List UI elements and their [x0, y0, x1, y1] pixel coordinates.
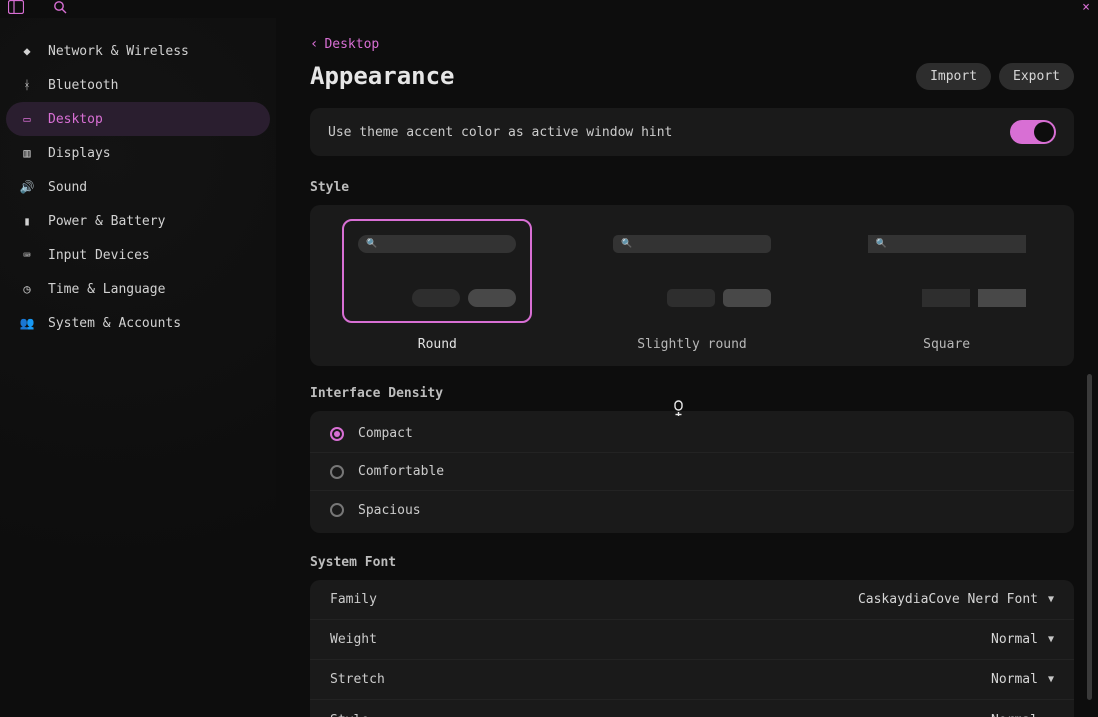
sysfont-style-value: Normal: [991, 713, 1038, 717]
sidebar-item-system-icon: 👥: [18, 316, 36, 330]
sidebar-item-displays[interactable]: ▥ Displays: [6, 136, 270, 170]
sidebar-item-input-icon: ⌨: [18, 248, 36, 262]
sysfont-stretch[interactable]: Stretch Normal ▼: [310, 660, 1074, 700]
sysfont-style[interactable]: StyleNormal▼: [310, 700, 1074, 717]
app-icon: [8, 0, 24, 14]
style-square[interactable]: 🔍 Square: [852, 219, 1042, 352]
style-card: 🔍 Round 🔍 Slightly round 🔍 Square: [310, 205, 1074, 366]
density-compact-label: Compact: [358, 426, 413, 441]
sysfont-family-key: Family: [330, 592, 377, 607]
sidebar-item-network-icon: ◆: [18, 44, 36, 58]
sidebar: ◆ Network & Wireless ᚼ Bluetooth ▭ Desktop ▥ Di…: [0, 18, 276, 717]
sidebar-item-bluetooth[interactable]: ᚼ Bluetooth: [6, 68, 270, 102]
sidebar-item-label: System & Accounts: [48, 316, 181, 331]
style-slightly-round[interactable]: 🔍 Slightly round: [597, 219, 787, 352]
export-button[interactable]: Export: [999, 63, 1074, 90]
sidebar-item-label: Bluetooth: [48, 78, 118, 93]
sysfont-stretch-value: Normal: [991, 672, 1038, 687]
window-hint-row: Use theme accent color as active window …: [310, 108, 1074, 156]
density-spacious[interactable]: Spacious: [310, 491, 1074, 529]
breadcrumb-label: Desktop: [324, 37, 379, 52]
style-slightly-round-label: Slightly round: [637, 337, 747, 352]
search-icon[interactable]: [52, 0, 68, 14]
sysfont-weight-value: Normal: [991, 632, 1038, 647]
density-spacious-label: Spacious: [358, 503, 421, 518]
sidebar-item-sound[interactable]: 🔊 Sound: [6, 170, 270, 204]
sidebar-item-desktop-icon: ▭: [18, 112, 36, 126]
sidebar-item-label: Sound: [48, 180, 87, 195]
density-card: Compact Comfortable Spacious: [310, 411, 1074, 533]
dropdown-icon: ▼: [1048, 674, 1054, 685]
sidebar-item-input[interactable]: ⌨ Input Devices: [6, 238, 270, 272]
dropdown-icon: ▼: [1048, 634, 1054, 645]
sidebar-item-desktop[interactable]: ▭ Desktop: [6, 102, 270, 136]
density-section-title: Interface Density: [310, 386, 1074, 401]
sidebar-item-bluetooth-icon: ᚼ: [18, 78, 36, 92]
style-square-label: Square: [923, 337, 970, 352]
sysfont-family-value: CaskaydiaCove Nerd Font: [858, 592, 1038, 607]
sidebar-item-label: Displays: [48, 146, 111, 161]
density-comfortable[interactable]: Comfortable: [310, 453, 1074, 491]
dropdown-icon: ▼: [1048, 594, 1054, 605]
sysfont-weight[interactable]: Weight Normal ▼: [310, 620, 1074, 660]
sidebar-item-label: Power & Battery: [48, 214, 165, 229]
breadcrumb[interactable]: ‹ Desktop: [310, 36, 1074, 52]
sidebar-item-sound-icon: 🔊: [18, 180, 36, 194]
import-button[interactable]: Import: [916, 63, 991, 90]
sidebar-item-power[interactable]: ▮ Power & Battery: [6, 204, 270, 238]
style-round-label: Round: [418, 337, 457, 352]
style-round[interactable]: 🔍 Round: [342, 219, 532, 352]
sidebar-item-label: Time & Language: [48, 282, 165, 297]
density-compact-radio: [330, 427, 344, 441]
sysfont-style-key: Style: [330, 713, 369, 717]
sidebar-item-label: Network & Wireless: [48, 44, 189, 59]
sidebar-item-system[interactable]: 👥 System & Accounts: [6, 306, 270, 340]
sidebar-item-time[interactable]: ◷ Time & Language: [6, 272, 270, 306]
style-slightly-round-preview: 🔍: [597, 219, 787, 323]
density-comfortable-label: Comfortable: [358, 464, 444, 479]
titlebar: ×: [0, 0, 1098, 18]
sidebar-item-displays-icon: ▥: [18, 146, 36, 160]
page-title: Appearance: [310, 62, 455, 90]
window-hint-label: Use theme accent color as active window …: [328, 125, 672, 140]
system-font-card: Family CaskaydiaCove Nerd Font ▼ Weight Norm…: [310, 580, 1074, 717]
density-compact[interactable]: Compact: [310, 415, 1074, 453]
style-square-preview: 🔍: [852, 219, 1042, 323]
sidebar-item-time-icon: ◷: [18, 282, 36, 296]
main-content: ‹ Desktop Appearance Import Export Use t…: [276, 18, 1098, 717]
sysfont-stretch-key: Stretch: [330, 672, 385, 687]
sysfont-family[interactable]: Family CaskaydiaCove Nerd Font ▼: [310, 580, 1074, 620]
sysfont-weight-key: Weight: [330, 632, 377, 647]
system-font-section-title: System Font: [310, 555, 1074, 570]
scrollbar-thumb[interactable]: [1087, 374, 1092, 700]
chevron-left-icon: ‹: [310, 36, 318, 52]
style-section-title: Style: [310, 180, 1074, 195]
close-button[interactable]: ×: [1082, 0, 1090, 15]
sidebar-item-label: Desktop: [48, 112, 103, 127]
sidebar-item-power-icon: ▮: [18, 214, 36, 228]
density-spacious-radio: [330, 503, 344, 517]
sidebar-item-label: Input Devices: [48, 248, 150, 263]
window-hint-toggle[interactable]: [1010, 120, 1056, 144]
style-round-preview: 🔍: [342, 219, 532, 323]
sidebar-item-network[interactable]: ◆ Network & Wireless: [6, 34, 270, 68]
density-comfortable-radio: [330, 465, 344, 479]
